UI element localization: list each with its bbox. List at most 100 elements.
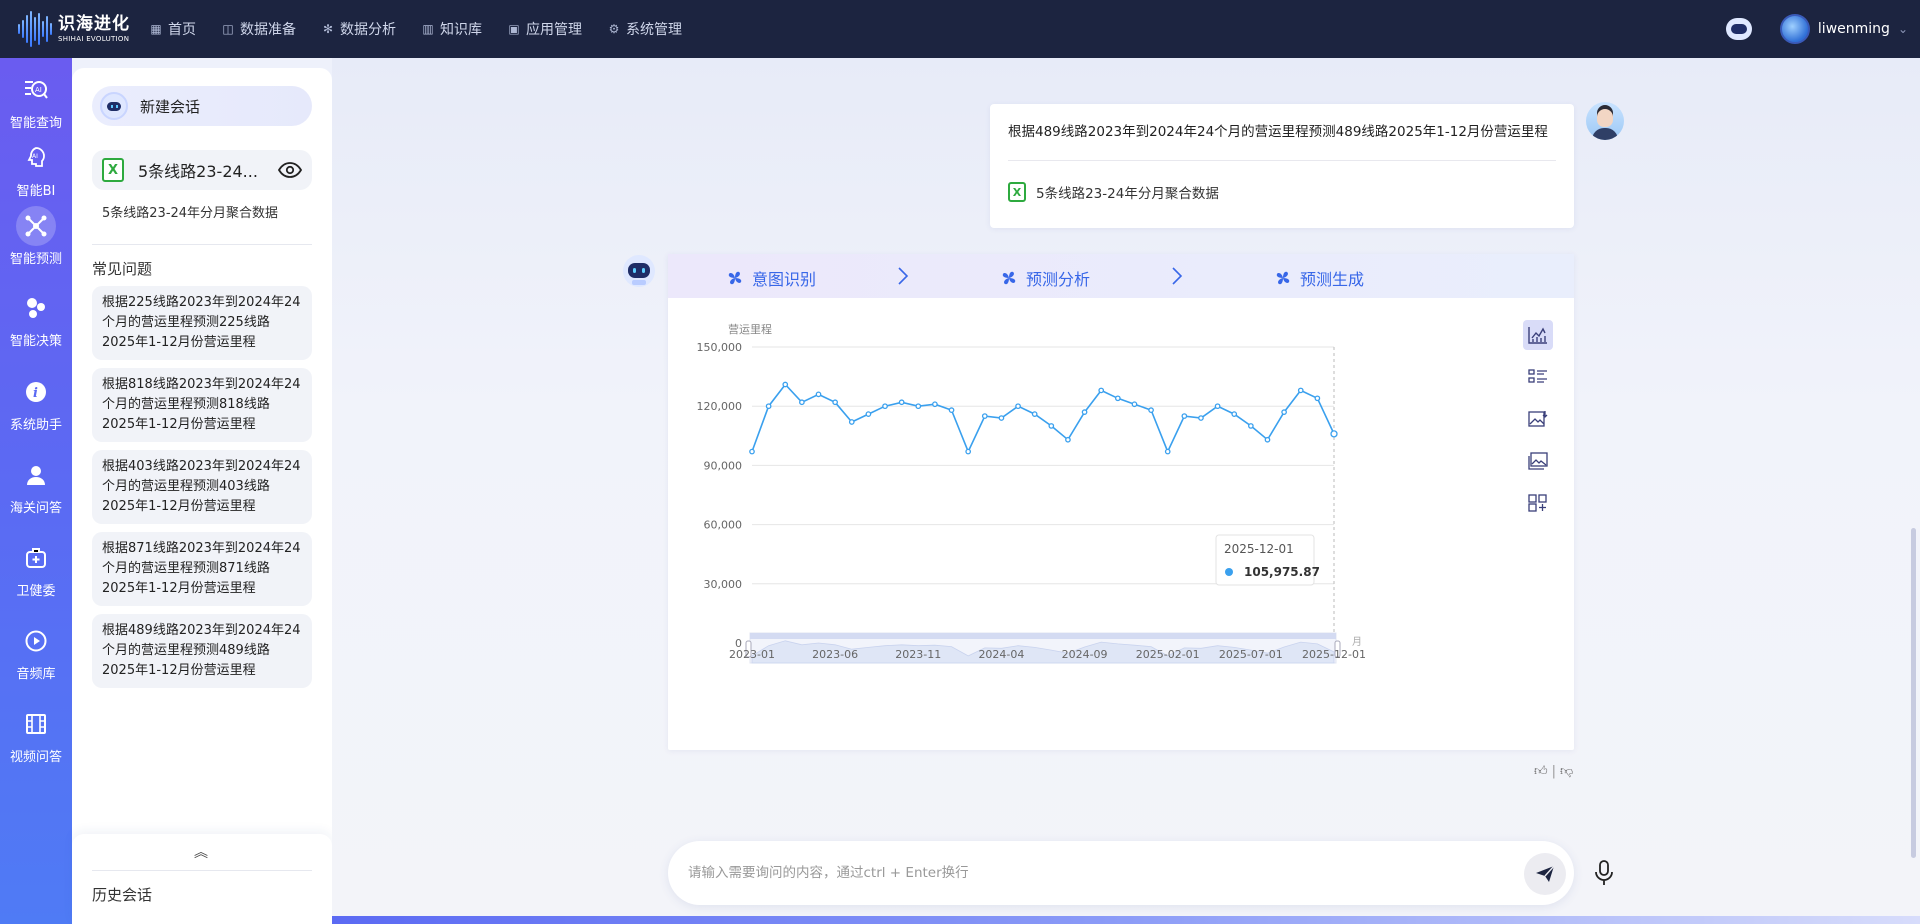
file-description: 5条线路23-24年分月聚合数据 [102, 206, 279, 221]
pinwheel-icon [1276, 271, 1290, 285]
nav-item-data-analysis[interactable]: ✻ 数据分析 [322, 19, 396, 39]
user-message-text: 根据489线路2023年到2024年24个月的营运里程预测489线路2025年1… [1008, 124, 1548, 140]
data-point [782, 381, 789, 388]
data-point [1015, 403, 1021, 410]
eye-icon[interactable] [278, 162, 302, 178]
data-point [1214, 403, 1221, 410]
data-view-button[interactable] [1523, 362, 1553, 392]
rail-item-smart-bi[interactable]: AI 智能BI [0, 138, 72, 199]
nav-item-label: 首页 [168, 22, 196, 38]
step-intent-recognition: 意图识别 [726, 266, 816, 290]
uploaded-file-card[interactable]: X 5条线路23-24... [92, 150, 312, 190]
new-chat-button[interactable]: 新建会话 [92, 86, 312, 126]
faq-item[interactable]: 根据225线路2023年到2024年24个月的营运里程预测225线路2025年1… [92, 286, 312, 360]
nav-item-home[interactable]: ▦ 首页 [150, 19, 196, 39]
film-icon [16, 704, 56, 744]
nav-item-app-management[interactable]: ▣ 应用管理 [508, 19, 582, 39]
x-tick-label: 2025-02-01 [1136, 648, 1200, 661]
nav-item-label: 应用管理 [526, 22, 582, 38]
thumbs-down-icon[interactable]: 👎︎ [1560, 764, 1573, 779]
double-chevron-up-icon[interactable]: ︽ [194, 842, 208, 862]
database-icon: ◫ [222, 22, 234, 36]
data-point [1164, 448, 1171, 455]
tooltip-value: 105,975.87 [1244, 565, 1320, 579]
user-message-avatar [1586, 102, 1624, 140]
rail-label: 卫健委 [16, 584, 56, 599]
y-tick-label: 90,000 [704, 459, 743, 472]
rail-item-customs-qa[interactable]: 海关问答 [0, 455, 72, 516]
file-name: 5条线路23-24... [138, 162, 258, 181]
save-image-button[interactable] [1523, 404, 1553, 434]
attached-file[interactable]: X 5条线路23-24年分月聚合数据 [1008, 182, 1219, 202]
rail-item-health-commission[interactable]: 卫健委 [0, 538, 72, 599]
svg-text:i: i [33, 386, 38, 401]
faq-item[interactable]: 根据489线路2023年到2024年24个月的营运里程预测489线路2025年1… [92, 614, 312, 688]
answer-feedback: 👍︎ | 👎︎ [1534, 764, 1574, 779]
data-point [848, 419, 855, 425]
history-title[interactable]: 历史会话 [92, 884, 152, 905]
rail-item-system-assistant[interactable]: i 系统助手 [0, 372, 72, 433]
robot-icon [100, 92, 128, 120]
scrollbar[interactable] [1911, 528, 1916, 858]
brand-logo[interactable]: 识海进化 SHIHAI EVOLUTION [18, 10, 136, 48]
step-label: 预测生成 [1300, 270, 1365, 289]
data-point [948, 407, 955, 413]
info-icon: i [16, 372, 56, 412]
data-point [1297, 387, 1304, 394]
divider [92, 244, 312, 245]
user-name[interactable]: liwenming [1818, 21, 1890, 37]
rail-item-video-qa[interactable]: 视频问答 [0, 704, 72, 765]
pinwheel-icon [728, 271, 742, 285]
nav-item-system-management[interactable]: ⚙ 系统管理 [608, 19, 682, 39]
chat-input[interactable] [688, 861, 1468, 885]
new-chat-label: 新建会话 [140, 97, 201, 116]
send-button[interactable] [1524, 853, 1566, 895]
microphone-icon[interactable] [1594, 860, 1614, 886]
data-point [1131, 401, 1138, 408]
top-navigation-bar: 识海进化 SHIHAI EVOLUTION ▦ 首页 ◫ 数据准备 ✻ 数据分析 ▥ 知… [0, 0, 1920, 58]
x-tick-label: 2025-12-01 [1302, 648, 1366, 661]
nav-item-label: 数据准备 [240, 22, 296, 38]
faq-item[interactable]: 根据403线路2023年到2024年24个月的营运里程预测403线路2025年1… [92, 450, 312, 524]
thumbs-up-icon[interactable]: 👍︎ [1534, 764, 1548, 779]
tooltip-date: 2025-12-01 [1224, 542, 1294, 556]
chart-toolbox [1523, 320, 1553, 530]
x-tick-label: 2025-07-01 [1219, 648, 1283, 661]
rail-label: 系统助手 [9, 418, 62, 433]
line-chart[interactable]: 营运里程030,00060,00090,000120,000150,000202… [668, 298, 1574, 750]
avatar[interactable] [1779, 14, 1810, 44]
line-chart-icon [1528, 327, 1547, 344]
gallery-button[interactable] [1523, 446, 1553, 476]
faq-title: 常见问题 [92, 260, 153, 278]
faq-item[interactable]: 根据871线路2023年到2024年24个月的营运里程预测871线路2025年1… [92, 532, 312, 606]
rail-label: 智能预测 [9, 252, 62, 267]
send-icon [1536, 865, 1555, 882]
series-line [751, 383, 1335, 454]
nav-item-label: 知识库 [440, 22, 482, 38]
svg-text:AI: AI [35, 86, 42, 94]
rail-item-audio-library[interactable]: 音频库 [0, 621, 72, 682]
nav-item-data-prep[interactable]: ◫ 数据准备 [222, 19, 296, 39]
data-point [932, 401, 938, 408]
tooltip-marker [1225, 568, 1233, 576]
rail-item-smart-forecast[interactable]: 智能预测 [0, 206, 72, 267]
bottom-accent [332, 916, 1920, 924]
chevron-down-icon[interactable]: ⌄ [1898, 22, 1908, 36]
chat-input-box [668, 841, 1574, 905]
assistant-robot-icon[interactable] [1725, 18, 1752, 40]
rail-item-smart-decision[interactable]: 智能决策 [0, 288, 72, 349]
faq-item[interactable]: 根据818线路2023年到2024年24个月的营运里程预测818线路2025年1… [92, 368, 312, 442]
nav-item-knowledge[interactable]: ▥ 知识库 [422, 19, 482, 39]
y-tick-label: 150,000 [697, 341, 743, 354]
assistant-answer-card: 意图识别 预测分析 预测生成 营运里程 0 30,000 60,000 90,000 12… [668, 254, 1574, 750]
nav-item-label: 数据分析 [340, 22, 396, 38]
brand-name-en: SHIHAI EVOLUTION [58, 34, 130, 43]
add-widget-button[interactable] [1523, 488, 1553, 518]
ai-bi-icon: AI [16, 138, 56, 178]
data-point [1081, 409, 1088, 415]
rail-item-smart-query[interactable]: AI 智能查询 [0, 70, 72, 131]
data-point [1048, 423, 1055, 429]
line-chart-toggle-button[interactable] [1523, 320, 1553, 350]
rail-label: 智能查询 [9, 116, 62, 131]
divider [1008, 160, 1556, 161]
